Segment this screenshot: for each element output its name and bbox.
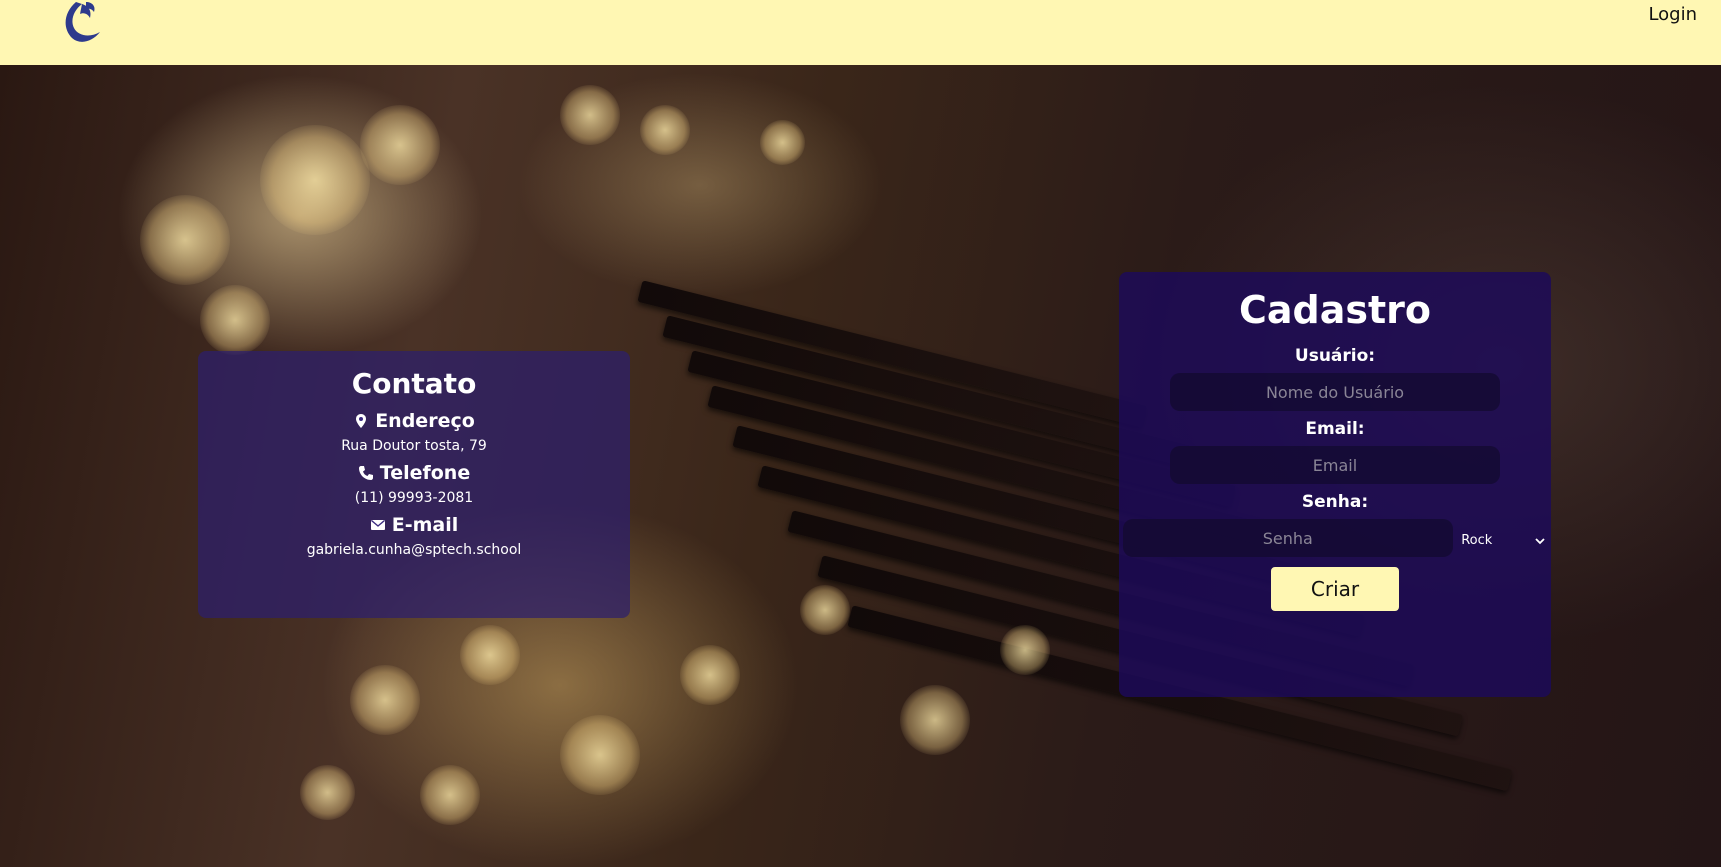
phone-label: Telefone bbox=[379, 462, 471, 484]
contact-title: Contato bbox=[351, 367, 477, 400]
username-label: Usuário: bbox=[1294, 346, 1376, 366]
bokeh-light bbox=[760, 120, 805, 165]
feather-quill-logo[interactable] bbox=[58, 0, 106, 44]
login-link[interactable]: Login bbox=[1648, 4, 1697, 25]
email-heading: E-mail bbox=[198, 514, 630, 536]
address-heading: Endereço bbox=[198, 410, 630, 432]
address-value: Rua Doutor tosta, 79 bbox=[341, 438, 487, 454]
envelope-icon bbox=[370, 519, 385, 530]
bokeh-light bbox=[260, 125, 370, 235]
username-input[interactable] bbox=[1170, 373, 1500, 411]
address-label: Endereço bbox=[375, 410, 475, 432]
signup-title: Cadastro bbox=[1238, 288, 1431, 332]
bokeh-light bbox=[300, 765, 355, 820]
bokeh-light bbox=[560, 715, 640, 795]
bokeh-light bbox=[360, 105, 440, 185]
password-input[interactable] bbox=[1122, 519, 1453, 557]
bokeh-light bbox=[1000, 625, 1050, 675]
genre-select[interactable]: Rock bbox=[1457, 532, 1548, 548]
contact-card: Contato Endereço Rua Doutor tosta, 79 Te… bbox=[198, 351, 630, 618]
signup-card: Cadastro Usuário: Email: Senha: Rock Cri… bbox=[1119, 272, 1551, 697]
phone-icon bbox=[358, 466, 373, 480]
phone-value: (11) 99993-2081 bbox=[354, 490, 474, 506]
bokeh-light bbox=[900, 685, 970, 755]
email-value: gabriela.cunha@sptech.school bbox=[306, 542, 522, 558]
email-input[interactable] bbox=[1170, 446, 1500, 484]
top-header: Login bbox=[0, 0, 1721, 65]
bokeh-light bbox=[200, 285, 270, 355]
password-label: Senha: bbox=[1301, 492, 1369, 512]
bokeh-light bbox=[800, 585, 850, 635]
bokeh-light bbox=[460, 625, 520, 685]
bokeh-light bbox=[350, 665, 420, 735]
bokeh-light bbox=[560, 85, 620, 145]
phone-heading: Telefone bbox=[198, 462, 630, 484]
email-label: E-mail bbox=[391, 514, 459, 536]
map-pin-icon bbox=[356, 414, 367, 428]
create-account-button[interactable]: Criar bbox=[1271, 567, 1399, 611]
bokeh-light bbox=[420, 765, 480, 825]
bokeh-light bbox=[640, 105, 690, 155]
bokeh-light bbox=[680, 645, 740, 705]
bokeh-light bbox=[140, 195, 230, 285]
email-field-label: Email: bbox=[1305, 419, 1365, 439]
genre-select-wrapper: Rock bbox=[1457, 521, 1548, 549]
